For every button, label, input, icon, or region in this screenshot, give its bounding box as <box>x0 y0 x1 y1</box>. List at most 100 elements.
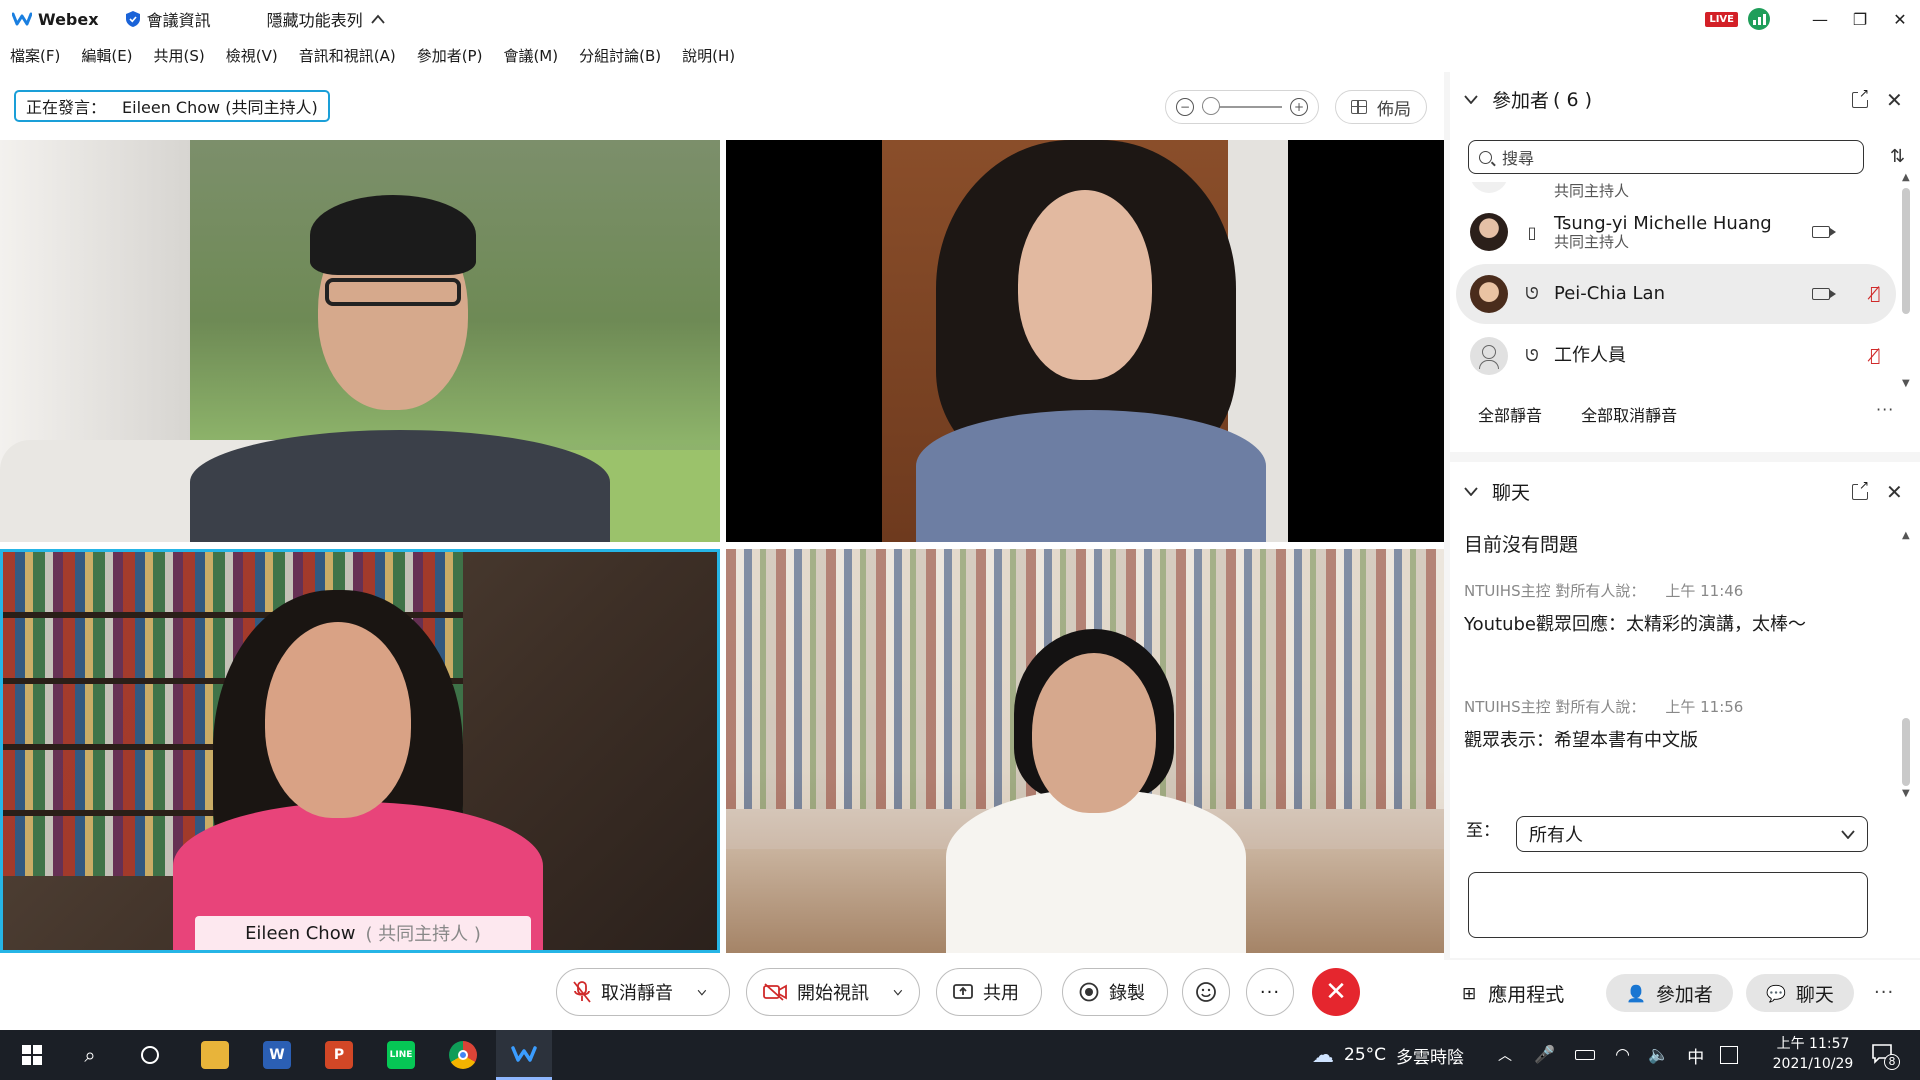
line-app-icon[interactable]: LINE <box>376 1030 426 1080</box>
person-icon: 👤 <box>1626 983 1646 1003</box>
chat-toggle-label: 聊天 <box>1795 983 1834 1006</box>
battery-icon[interactable] <box>1575 1050 1596 1060</box>
menu-edit[interactable]: 編輯(E) <box>81 45 132 66</box>
participant-row-selected[interactable]: ᘎ Pei-Chia Lan 🎙̸ <box>1456 264 1896 324</box>
speaker-volume-icon[interactable]: 🔈 <box>1648 1045 1669 1065</box>
scroll-down-icon[interactable]: ▼ <box>1902 788 1910 799</box>
share-button[interactable]: 共用 <box>936 968 1042 1016</box>
mute-all-button[interactable]: 全部靜音 <box>1478 406 1542 425</box>
close-window-icon[interactable]: ✕ <box>1880 0 1920 38</box>
video-tile-1[interactable] <box>0 140 720 542</box>
menu-audio-video[interactable]: 音訊和視訊(A) <box>299 45 396 66</box>
network-health-icon[interactable] <box>1748 8 1770 30</box>
more-options-icon[interactable]: ··· <box>1874 982 1894 1003</box>
chat-scrollbar[interactable] <box>1902 718 1910 786</box>
zoom-in-icon[interactable]: + <box>1290 98 1308 116</box>
scroll-down-icon[interactable]: ▼ <box>1902 378 1910 389</box>
ime-indicator[interactable]: 中 <box>1687 1043 1704 1068</box>
zoom-slider-knob[interactable] <box>1202 97 1220 115</box>
apps-button[interactable]: ⊞ 應用程式 <box>1462 980 1564 1007</box>
chat-recipient-select[interactable]: 所有人 <box>1516 816 1868 852</box>
chevron-down-icon[interactable] <box>1464 487 1478 496</box>
webex-taskbar-icon[interactable] <box>496 1030 552 1080</box>
notification-count: 8 <box>1884 1054 1900 1070</box>
pop-out-icon[interactable] <box>1852 86 1870 108</box>
menu-participant[interactable]: 參加者(P) <box>417 45 483 66</box>
participant-row[interactable]: ▯ Tsung-yi Michelle Huang 共同主持人 <box>1456 202 1896 262</box>
menu-meeting[interactable]: 會議(M) <box>503 45 558 66</box>
microphone-muted-icon[interactable]: 🎙̸ <box>1870 284 1880 304</box>
unmute-button[interactable]: 取消靜音 <box>556 968 730 1016</box>
participant-name: 工作人員 <box>1554 345 1626 367</box>
close-panel-icon[interactable]: ✕ <box>1886 90 1903 110</box>
zoom-out-icon[interactable]: − <box>1176 98 1194 116</box>
task-view-icon[interactable] <box>128 1030 172 1080</box>
windows-taskbar: ⌕ W P LINE ☁ 25°C 多雲時陰 ︿ 🎤 ◠ 🔈 中 上午 11:5… <box>0 1030 1920 1080</box>
word-icon[interactable]: W <box>252 1030 302 1080</box>
wifi-icon[interactable]: ◠ <box>1615 1045 1630 1065</box>
video-name: Eileen Chow <box>245 922 356 944</box>
layout-label: 佈局 <box>1377 99 1411 120</box>
menu-view[interactable]: 檢視(V) <box>226 45 278 66</box>
chat-toggle-button[interactable]: 💬 聊天 <box>1746 974 1854 1012</box>
record-button[interactable]: 錄製 <box>1062 968 1168 1016</box>
powerpoint-icon[interactable]: P <box>314 1030 364 1080</box>
participants-panel: 參加者 ( 6 ) ✕ 搜尋 ⇅ 共同主持人 ▯ Tsung-yi Michel… <box>1450 72 1920 452</box>
layout-button[interactable]: 佈局 <box>1335 90 1427 124</box>
chevron-down-icon[interactable] <box>1464 95 1478 104</box>
file-explorer-icon[interactable] <box>190 1030 240 1080</box>
video-tile-3-active-speaker[interactable]: Eileen Chow ( 共同主持人 ) <box>0 549 720 953</box>
scroll-up-icon[interactable]: ▲ <box>1902 530 1910 541</box>
meeting-info-button[interactable]: 會議資訊 <box>125 7 211 31</box>
webex-logo-icon <box>12 12 32 26</box>
more-options-button[interactable]: ··· <box>1246 968 1294 1016</box>
participant-row[interactable]: 共同主持人 <box>1456 182 1896 204</box>
chat-header[interactable]: 聊天 <box>1464 478 1530 505</box>
microphone-icon[interactable]: 🎤 <box>1534 1045 1555 1065</box>
menu-share[interactable]: 共用(S) <box>154 45 205 66</box>
notification-center-icon[interactable]: 8 <box>1870 1042 1900 1070</box>
reactions-button[interactable] <box>1182 968 1230 1016</box>
search-icon[interactable]: ⌕ <box>68 1030 112 1080</box>
leave-meeting-button[interactable]: ✕ <box>1312 968 1360 1016</box>
scroll-up-icon[interactable]: ▲ <box>1902 172 1910 183</box>
active-speaker-indicator: 正在發言： Eileen Chow (共同主持人) <box>14 90 330 122</box>
participant-search-input[interactable]: 搜尋 <box>1468 140 1864 174</box>
weather-widget[interactable]: ☁ 25°C 多雲時陰 <box>1312 1030 1464 1080</box>
menu-file[interactable]: 檔案(F) <box>10 45 60 66</box>
minimize-icon[interactable]: — <box>1800 0 1840 38</box>
video-tile-4[interactable] <box>726 549 1444 953</box>
chevron-down-icon[interactable] <box>685 988 707 997</box>
microphone-muted-icon[interactable]: 🎙̸ <box>1870 346 1880 366</box>
video-tile-2[interactable] <box>726 140 1444 542</box>
pop-out-icon[interactable] <box>1852 478 1870 500</box>
unmute-all-button[interactable]: 全部取消靜音 <box>1581 406 1677 425</box>
menu-breakout[interactable]: 分組討論(B) <box>579 45 661 66</box>
system-clock[interactable]: 上午 11:57 2021/10/29 <box>1758 1034 1868 1074</box>
video-camera-icon[interactable] <box>1812 226 1836 238</box>
start-video-button[interactable]: 開始視訊 <box>746 968 920 1016</box>
participants-toggle-button[interactable]: 👤 參加者 <box>1606 974 1733 1012</box>
weather-temp: 25°C <box>1344 1045 1387 1065</box>
zoom-slider[interactable] <box>1202 97 1282 115</box>
participants-header[interactable]: 參加者 ( 6 ) <box>1464 86 1592 113</box>
more-options-icon[interactable]: ··· <box>1876 400 1894 419</box>
more-options-icon: ··· <box>1259 981 1281 1003</box>
chrome-icon[interactable] <box>438 1030 488 1080</box>
restore-icon[interactable]: ❐ <box>1840 0 1880 38</box>
chevron-down-icon[interactable] <box>881 988 903 997</box>
chevron-up-icon[interactable]: ︿ <box>1498 1045 1512 1065</box>
start-button[interactable] <box>10 1030 54 1080</box>
chat-time: 上午 11:56 <box>1665 698 1744 716</box>
close-panel-icon[interactable]: ✕ <box>1886 482 1903 502</box>
chat-message-input[interactable] <box>1468 872 1868 938</box>
hide-menu-bar-button[interactable]: 隱藏功能表列 <box>267 7 385 31</box>
sort-icon[interactable]: ⇅ <box>1890 146 1905 167</box>
ime-mode-icon[interactable] <box>1720 1046 1739 1064</box>
participant-name: Tsung-yi Michelle Huang <box>1554 212 1772 234</box>
participant-list: 共同主持人 ▯ Tsung-yi Michelle Huang 共同主持人 ᘎ … <box>1450 182 1896 412</box>
video-camera-icon[interactable] <box>1812 288 1836 300</box>
menu-help[interactable]: 說明(H) <box>682 45 735 66</box>
participant-row[interactable]: ᘎ 工作人員 🎙̸ <box>1456 326 1896 386</box>
participants-scrollbar[interactable] <box>1902 188 1910 314</box>
